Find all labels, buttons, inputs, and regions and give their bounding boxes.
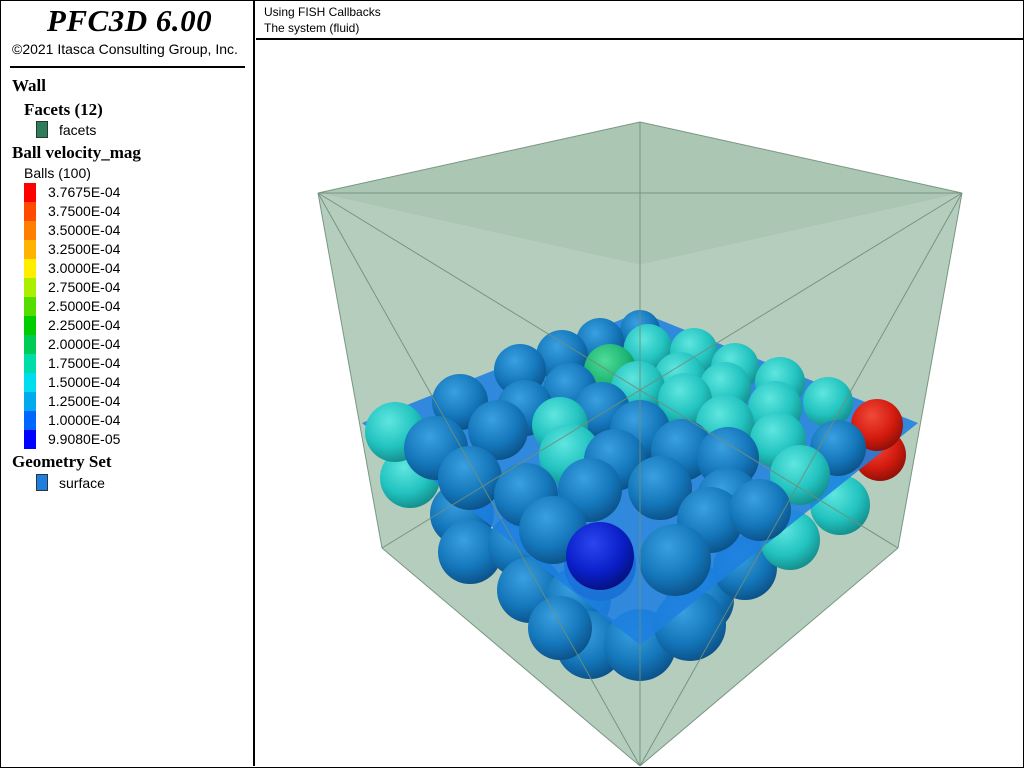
legend-geometry-title: Geometry Set: [12, 452, 112, 471]
colorbar-swatch: [24, 354, 36, 373]
colorbar-swatch: [24, 335, 36, 354]
colorbar-label: 2.5000E-04: [48, 298, 121, 314]
header-title: Using FISH Callbacks: [264, 5, 381, 19]
app-title: PFC3D 6.00: [46, 3, 213, 38]
legend-panel: PFC3D 6.00 ©2021 Itasca Consulting Group…: [0, 0, 255, 766]
colorbar-label: 1.7500E-04: [48, 355, 121, 371]
colorbar-label: 2.7500E-04: [48, 279, 121, 295]
colorbar-swatch: [24, 316, 36, 335]
colorbar-swatch: [24, 183, 36, 202]
colorbar-label: 3.7675E-04: [48, 184, 121, 200]
ball: [639, 524, 711, 596]
surface-label: surface: [59, 475, 105, 491]
colorbar-swatch: [24, 373, 36, 392]
legend-wall-title: Wall: [12, 76, 47, 95]
plot-header: Using FISH Callbacks The system (fluid): [256, 0, 1023, 40]
colorbar-swatch: [24, 221, 36, 240]
colorbar-label: 1.2500E-04: [48, 393, 121, 409]
scene-svg: [317, 121, 963, 766]
colorbar-label: 2.2500E-04: [48, 317, 121, 333]
legend-facets-title: Facets (12): [24, 100, 103, 119]
ball: [438, 446, 502, 510]
colorbar-label: 2.0000E-04: [48, 336, 121, 352]
ball: [566, 522, 634, 590]
ball: [528, 596, 592, 660]
colorbar-label: 9.9080E-05: [48, 431, 121, 447]
ball: [803, 377, 853, 427]
colorbar-label: 3.0000E-04: [48, 260, 121, 276]
colorbar-swatch: [24, 202, 36, 221]
colorbar-swatch: [24, 297, 36, 316]
colorbar-label: 1.0000E-04: [48, 412, 121, 428]
ball: [729, 479, 791, 541]
facets-swatch: [36, 121, 48, 138]
legend-ball-title: Ball velocity_mag: [12, 143, 141, 162]
brand-block: PFC3D 6.00 ©2021 Itasca Consulting Group…: [12, 3, 247, 58]
colorbar-label: 3.2500E-04: [48, 241, 121, 257]
legend-balls-count: Balls (100): [24, 165, 91, 181]
colorbar-swatch: [24, 259, 36, 278]
colorbar-label: 3.5000E-04: [48, 222, 121, 238]
colorbar-swatch: [24, 240, 36, 259]
legend-divider: [10, 66, 245, 68]
copyright: ©2021 Itasca Consulting Group, Inc.: [12, 41, 238, 57]
colorbar-label: 3.7500E-04: [48, 203, 121, 219]
header-subtitle: The system (fluid): [264, 21, 360, 35]
surface-swatch: [36, 474, 48, 491]
colorbar-swatch: [24, 411, 36, 430]
3d-viewport[interactable]: [256, 40, 1023, 766]
colorbar-swatch: [24, 392, 36, 411]
facets-label: facets: [59, 122, 97, 138]
colorbar-label: 1.5000E-04: [48, 374, 121, 390]
colorbar-swatch: [24, 278, 36, 297]
colorbar-swatch: [24, 430, 36, 449]
